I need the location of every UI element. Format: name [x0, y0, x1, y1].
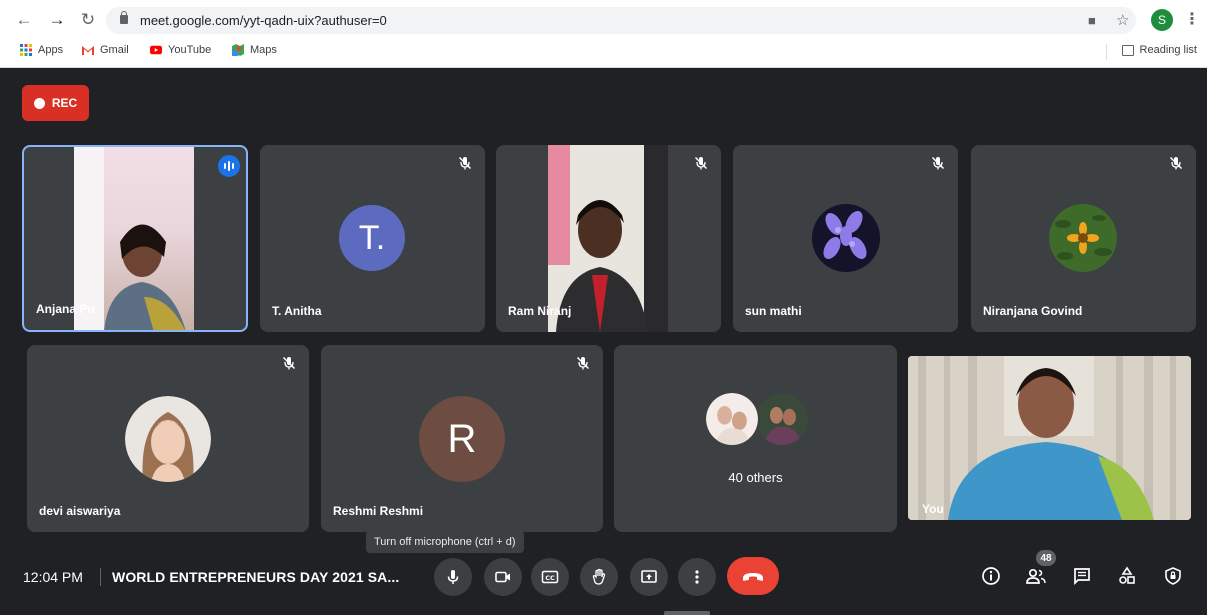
host-controls-button[interactable] [1161, 564, 1185, 588]
reading-list-button[interactable]: Reading list [1121, 44, 1197, 56]
participant-tile-sunmathi[interactable]: sun mathi [733, 145, 958, 332]
svg-text:CC: CC [545, 574, 555, 582]
participant-photo [812, 204, 880, 272]
bookmark-youtube[interactable]: YouTube [150, 44, 211, 56]
mic-off-icon [576, 356, 590, 370]
reading-list-label: Reading list [1139, 44, 1197, 56]
forward-icon[interactable]: → [45, 8, 69, 32]
participant-tile-ram[interactable]: Ram Niranj [496, 145, 721, 332]
mic-off-icon [282, 356, 296, 370]
participant-name: sun mathi [745, 304, 802, 318]
participant-tile-anitha[interactable]: T. T. Anitha [260, 145, 485, 332]
captions-button[interactable]: CC [531, 558, 569, 596]
present-screen-button[interactable] [630, 558, 668, 596]
address-bar[interactable]: meet.google.com/yyt-qadn-uix?authuser=0 … [106, 7, 1136, 34]
end-call-icon [743, 573, 763, 581]
participant-tile-niranjana[interactable]: Niranjana Govind [971, 145, 1196, 332]
url-text[interactable]: meet.google.com/yyt-qadn-uix?authuser=0 [140, 13, 387, 28]
participant-name: You [922, 502, 944, 516]
self-video [908, 356, 1191, 520]
maps-icon [232, 44, 244, 56]
browser-chrome: ← → ↻ meet.google.com/yyt-qadn-uix?authu… [0, 0, 1207, 68]
back-icon[interactable]: ← [12, 8, 36, 32]
bookmark-star-icon[interactable]: ☆ [1116, 11, 1129, 29]
browser-menu-icon[interactable]: ⋮ [1184, 9, 1200, 29]
people-button[interactable] [1024, 564, 1048, 588]
camera-button[interactable] [484, 558, 522, 596]
mic-off-icon [458, 156, 472, 170]
other-participant-photo [704, 391, 760, 447]
bookmark-gmail[interactable]: Gmail [82, 44, 129, 56]
bookmark-label: Maps [250, 44, 277, 56]
more-options-button[interactable] [678, 558, 716, 596]
raise-hand-icon [592, 568, 606, 585]
rec-label: REC [51, 96, 78, 110]
reading-list-icon [1121, 44, 1134, 56]
bookmark-apps[interactable]: Apps [20, 44, 63, 56]
participant-avatar: R [419, 396, 505, 482]
mic-off-icon [931, 156, 945, 170]
chat-button[interactable] [1070, 564, 1094, 588]
shield-lock-icon [1165, 567, 1181, 585]
participant-name: Anjana Pu [36, 302, 95, 316]
participant-name: Reshmi Reshmi [333, 504, 424, 518]
people-icon [1026, 568, 1046, 584]
participant-tile-reshmi[interactable]: R Reshmi Reshmi [321, 345, 603, 532]
participant-name: T. Anitha [272, 304, 322, 318]
chat-icon [1074, 568, 1090, 586]
participant-photo [125, 396, 211, 482]
participant-avatar: T. [339, 205, 405, 271]
bookmark-label: Apps [38, 44, 64, 56]
captions-icon: CC [541, 570, 559, 584]
camera-icon [495, 571, 510, 583]
bottom-scroll-indicator [664, 611, 710, 615]
meeting-title[interactable]: WORLD ENTREPRENEURS DAY 2021 SA... [112, 569, 399, 585]
participant-tile-devi[interactable]: devi aiswariya [27, 345, 309, 532]
mic-off-icon [1169, 156, 1183, 170]
recording-indicator[interactable]: REC [22, 85, 89, 121]
participant-name: Ram Niranj [508, 304, 572, 318]
gmail-icon [82, 46, 94, 55]
bookmark-label: YouTube [168, 44, 212, 56]
info-icon [982, 567, 1000, 585]
speaking-indicator-icon [218, 155, 240, 177]
mic-tooltip: Turn off microphone (ctrl + d) [366, 531, 524, 553]
raise-hand-button[interactable] [580, 558, 618, 596]
microphone-icon [447, 570, 459, 584]
mic-off-icon [694, 156, 708, 170]
reload-icon[interactable]: ↻ [76, 8, 100, 32]
participant-name: Niranjana Govind [983, 304, 1083, 318]
footer-divider [100, 568, 101, 586]
participant-name: devi aiswariya [39, 504, 121, 518]
bookmarks-separator [1106, 44, 1107, 60]
bookmarks-bar: Apps Gmail YouTube Maps Reading list [0, 40, 1207, 64]
microphone-button[interactable] [434, 558, 472, 596]
others-count-label: 40 others [728, 470, 783, 485]
participant-tile-others[interactable]: 40 others [614, 345, 897, 532]
participant-photo [1049, 204, 1117, 272]
more-vert-icon [695, 570, 699, 584]
present-screen-icon [641, 570, 657, 583]
apps-grid-icon [20, 44, 32, 56]
activities-button[interactable] [1115, 564, 1139, 588]
bookmark-label: Gmail [100, 44, 129, 56]
record-dot-icon [33, 97, 45, 109]
profile-avatar[interactable]: S [1151, 9, 1173, 31]
participant-tile-you[interactable]: You [908, 356, 1191, 520]
lock-icon [120, 11, 128, 24]
leave-call-button[interactable] [727, 557, 779, 595]
participant-count-badge: 48 [1036, 550, 1056, 566]
meeting-details-button[interactable] [979, 564, 1003, 588]
activities-icon [1119, 566, 1135, 584]
participant-tile-anjana[interactable]: Anjana Pu [22, 145, 248, 332]
bookmark-maps[interactable]: Maps [232, 44, 277, 56]
other-participant-photo [754, 391, 810, 447]
meeting-time: 12:04 PM [23, 569, 83, 585]
camera-indicator-icon[interactable]: ■ [1088, 13, 1096, 28]
youtube-icon [150, 45, 162, 55]
